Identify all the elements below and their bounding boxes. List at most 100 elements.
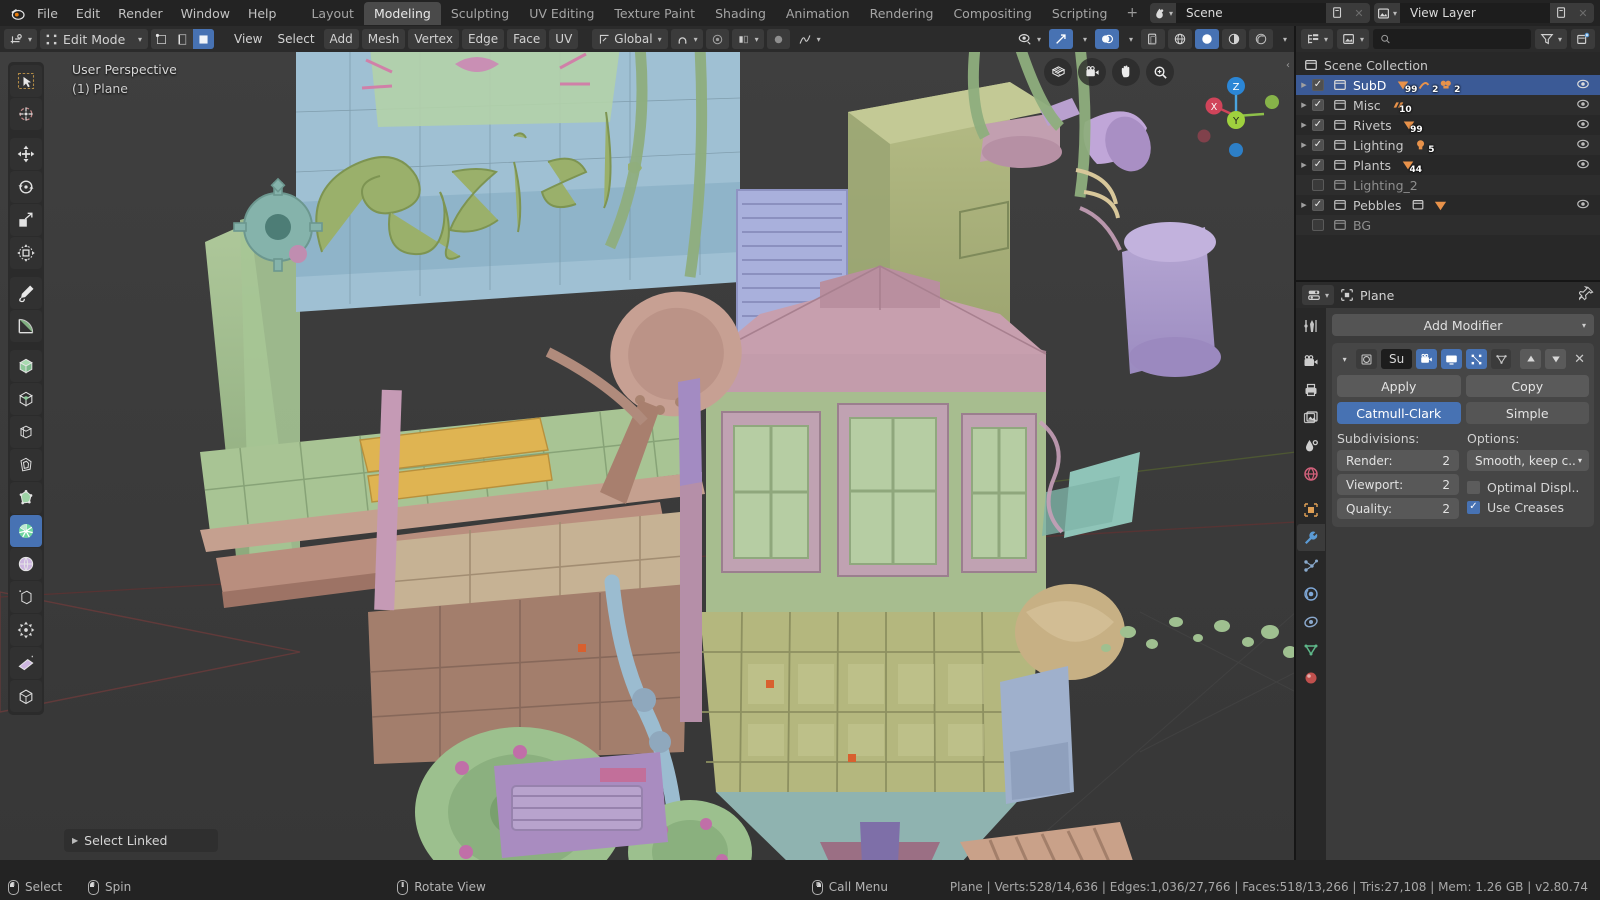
uv-smooth-select[interactable]: Smooth, keep c.. ▾ bbox=[1467, 450, 1589, 471]
mirror-x-button[interactable]: ▾ bbox=[731, 29, 764, 49]
tab-constraints[interactable] bbox=[1297, 608, 1325, 635]
optimal-display-row[interactable]: Optimal Displ.. bbox=[1467, 477, 1589, 497]
workspace-tab-layout[interactable]: Layout bbox=[301, 2, 364, 25]
modifier-render-toggle[interactable] bbox=[1416, 349, 1437, 369]
outliner-editor-type-button[interactable]: ▾ bbox=[1301, 29, 1334, 49]
solid-shading-button[interactable] bbox=[1194, 29, 1219, 49]
tab-tool[interactable] bbox=[1297, 312, 1325, 339]
tool-scale[interactable] bbox=[10, 204, 42, 236]
properties-editor-type-button[interactable]: ▾ bbox=[1302, 285, 1335, 305]
pan-hand-icon[interactable] bbox=[1112, 58, 1140, 86]
collection-checkbox[interactable] bbox=[1312, 219, 1324, 231]
menu-uv[interactable]: UV bbox=[549, 29, 579, 49]
gizmo-toggle-button[interactable] bbox=[1048, 29, 1073, 49]
menu-face[interactable]: Face bbox=[507, 29, 547, 49]
outliner-row-plants[interactable]: ▶ Plants 44 bbox=[1296, 155, 1600, 175]
collection-checkbox[interactable] bbox=[1312, 199, 1324, 211]
outliner-row-bg[interactable]: BG bbox=[1296, 215, 1600, 235]
tab-object-data[interactable] bbox=[1297, 636, 1325, 663]
workspace-tab-texture-paint[interactable]: Texture Paint bbox=[604, 2, 705, 25]
tool-inset-faces[interactable] bbox=[10, 449, 42, 481]
menu-window[interactable]: Window bbox=[172, 3, 239, 24]
visibility-eye-icon[interactable] bbox=[1576, 118, 1590, 133]
modifier-delete-button[interactable]: ✕ bbox=[1570, 349, 1589, 369]
menu-file[interactable]: File bbox=[28, 3, 67, 24]
shading-dropdown[interactable]: ▾ bbox=[1276, 29, 1292, 49]
collection-checkbox[interactable] bbox=[1312, 119, 1324, 131]
mesh-select-mode-group[interactable] bbox=[151, 29, 215, 49]
operator-panel[interactable]: ▶ Select Linked bbox=[64, 829, 218, 852]
quality-field[interactable]: Quality: 2 bbox=[1337, 498, 1459, 519]
disclosure-triangle-icon[interactable]: ▶ bbox=[1296, 81, 1312, 89]
workspace-tab-modeling[interactable]: Modeling bbox=[363, 1, 441, 25]
menu-vertex[interactable]: Vertex bbox=[408, 29, 459, 49]
tool-move[interactable] bbox=[10, 138, 42, 170]
tool-knife[interactable] bbox=[10, 647, 42, 679]
menu-help[interactable]: Help bbox=[239, 3, 286, 24]
tool-cursor[interactable] bbox=[10, 98, 42, 130]
scene-icon[interactable]: ▾ bbox=[1150, 3, 1176, 23]
outliner-display-mode-button[interactable]: ▾ bbox=[1337, 29, 1370, 49]
edge-select-mode-button[interactable] bbox=[172, 29, 193, 49]
visibility-eye-icon[interactable] bbox=[1576, 198, 1590, 213]
outliner-row-subd[interactable]: ▶ SubD 99 2 2 bbox=[1296, 75, 1600, 95]
falloff-curve-button[interactable]: ▾ bbox=[793, 29, 826, 49]
collection-checkbox[interactable] bbox=[1312, 179, 1324, 191]
view-layer-name[interactable]: View Layer bbox=[1400, 3, 1550, 23]
tab-render[interactable] bbox=[1297, 348, 1325, 375]
collection-checkbox[interactable] bbox=[1312, 79, 1324, 91]
workspace-tab-shading[interactable]: Shading bbox=[705, 2, 776, 25]
add-modifier-button[interactable]: Add Modifier ▾ bbox=[1332, 314, 1594, 336]
collection-checkbox[interactable] bbox=[1312, 159, 1324, 171]
disclosure-triangle-icon[interactable]: ▶ bbox=[1296, 101, 1312, 109]
remove-view-layer-button[interactable]: ✕ bbox=[1572, 3, 1594, 23]
viewport-subdivisions-field[interactable]: Viewport: 2 bbox=[1337, 474, 1459, 495]
tab-particles[interactable] bbox=[1297, 552, 1325, 579]
delete-scene-button[interactable]: ✕ bbox=[1348, 3, 1370, 23]
pin-icon[interactable] bbox=[1578, 286, 1594, 304]
new-collection-button[interactable] bbox=[1571, 29, 1595, 49]
visibility-eye-icon[interactable] bbox=[1576, 98, 1590, 113]
overlays-toggle-button[interactable] bbox=[1094, 29, 1119, 49]
outliner-search-input[interactable] bbox=[1395, 32, 1524, 46]
editor-type-button[interactable]: ▾ bbox=[4, 29, 38, 49]
navigation-gizmo[interactable]: Z X Y bbox=[1186, 64, 1286, 164]
material-preview-shading-button[interactable] bbox=[1221, 29, 1246, 49]
scene-name[interactable]: Scene bbox=[1176, 3, 1326, 23]
outliner-row-lighting-2[interactable]: Lighting_2 bbox=[1296, 175, 1600, 195]
tool-smooth[interactable] bbox=[10, 548, 42, 580]
proportional-falloff-button[interactable] bbox=[766, 29, 790, 49]
outliner-search-field[interactable] bbox=[1373, 29, 1531, 49]
gizmo-dropdown[interactable]: ▾ bbox=[1076, 29, 1092, 49]
tool-spin[interactable] bbox=[10, 515, 42, 547]
tool-tweak-select-box[interactable] bbox=[10, 65, 42, 97]
modifier-edit-mode-toggle[interactable] bbox=[1465, 349, 1487, 369]
menu-add[interactable]: Add bbox=[323, 29, 359, 49]
visibility-eye-icon[interactable] bbox=[1576, 158, 1590, 173]
tab-output[interactable] bbox=[1297, 376, 1325, 403]
disclosure-triangle-icon[interactable]: ▶ bbox=[1296, 201, 1312, 209]
simple-button[interactable]: Simple bbox=[1465, 402, 1589, 424]
use-creases-row[interactable]: Use Creases bbox=[1467, 497, 1589, 517]
tool-extrude-along-normals[interactable] bbox=[10, 416, 42, 448]
collection-checkbox[interactable] bbox=[1312, 139, 1324, 151]
sidebar-collapse-arrow-icon[interactable]: ‹ bbox=[1286, 60, 1290, 71]
3d-viewport[interactable]: User Perspective (1) Plane Z X Y ▶ Selec… bbox=[0, 52, 1296, 860]
view-layer-selector[interactable]: ▾ View Layer ✕ bbox=[1374, 3, 1594, 23]
interaction-mode-select[interactable]: Edit Mode ▾ bbox=[40, 29, 149, 49]
tool-shrink-fatten[interactable] bbox=[10, 614, 42, 646]
rendered-shading-button[interactable] bbox=[1248, 29, 1273, 49]
add-workspace-button[interactable]: + bbox=[1117, 2, 1147, 24]
outliner-row-misc[interactable]: ▶ Misc 10 bbox=[1296, 95, 1600, 115]
workspace-tab-scripting[interactable]: Scripting bbox=[1042, 2, 1118, 25]
camera-view-icon[interactable] bbox=[1078, 58, 1106, 86]
tab-physics[interactable] bbox=[1297, 580, 1325, 607]
outliner-row-pebbles[interactable]: ▶ Pebbles bbox=[1296, 195, 1600, 215]
modifier-expand-triangle-icon[interactable]: ▾ bbox=[1337, 349, 1352, 369]
new-view-layer-button[interactable] bbox=[1550, 3, 1572, 23]
scene-selector[interactable]: ▾ Scene ✕ bbox=[1150, 3, 1370, 23]
workspace-tab-compositing[interactable]: Compositing bbox=[943, 2, 1041, 25]
tool-transform[interactable] bbox=[10, 237, 42, 269]
blender-logo-icon[interactable] bbox=[6, 2, 28, 24]
workspace-tab-rendering[interactable]: Rendering bbox=[860, 2, 944, 25]
